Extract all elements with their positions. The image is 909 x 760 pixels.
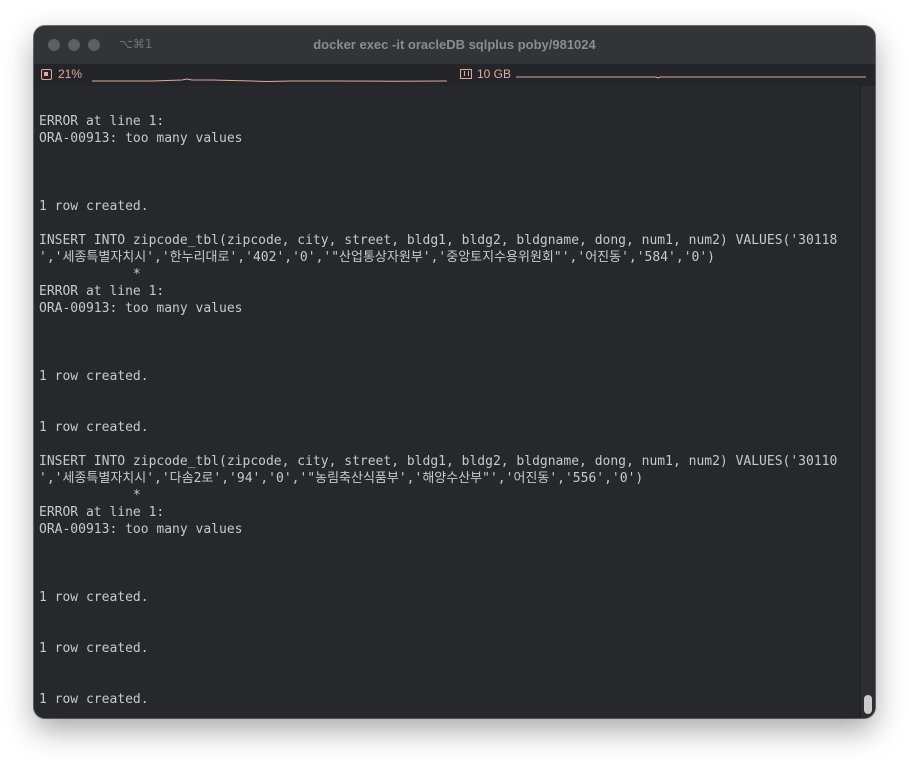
terminal-line: *: [39, 267, 141, 282]
title-bar[interactable]: ⌥⌘1 docker exec -it oracleDB sqlplus pob…: [34, 26, 875, 64]
memory-usage-label: 10 GB: [477, 67, 512, 81]
terminal-line: 1 row created.: [39, 641, 149, 656]
terminal-line: *: [39, 488, 141, 503]
cpu-usage-graph: [92, 78, 447, 83]
terminal-line: 1 row created.: [39, 420, 149, 435]
terminal-scrollbar[interactable]: [860, 86, 875, 718]
scrollbar-thumb[interactable]: [864, 695, 872, 714]
cpu-usage-label: 21%: [58, 67, 83, 81]
terminal-line: ORA-00913: too many values: [39, 522, 243, 537]
terminal-line: INSERT INTO zipcode_tbl(zipcode, city, s…: [39, 454, 838, 469]
terminal-line: ','세종특별자치시','다솜2로','94','0','"농림축산식품부','…: [39, 471, 644, 486]
terminal-line: 1 row created.: [39, 590, 149, 605]
terminal-line: ORA-00913: too many values: [39, 131, 243, 146]
terminal-line: ERROR at line 1:: [39, 114, 165, 129]
window-title: docker exec -it oracleDB sqlplus poby/98…: [313, 37, 596, 52]
memory-usage-graph: [516, 76, 866, 79]
terminal-line: ','세종특별자치시','한누리대로','402','0','"산업통상자원부'…: [39, 250, 715, 265]
status-bar: 21% 10 GB: [34, 64, 875, 86]
terminal-window: ⌥⌘1 docker exec -it oracleDB sqlplus pob…: [34, 26, 875, 718]
terminal-line: INSERT INTO zipcode_tbl(zipcode, city, s…: [39, 233, 838, 248]
terminal-output[interactable]: ERROR at line 1: ORA-00913: too many valu…: [34, 86, 860, 718]
terminal-line: ORA-00913: too many values: [39, 301, 243, 316]
terminal-line: 1 row created.: [39, 199, 149, 214]
cpu-usage-graph-line: [92, 78, 447, 83]
terminal-line: 1 row created.: [39, 692, 149, 707]
memory-icon: [460, 69, 472, 79]
terminal-line: ERROR at line 1:: [39, 505, 165, 520]
terminal-line: ERROR at line 1:: [39, 284, 165, 299]
terminal-line: 1 row created.: [39, 369, 149, 384]
memory-usage-graph-line: [516, 76, 866, 79]
cpu-icon: [41, 69, 52, 80]
